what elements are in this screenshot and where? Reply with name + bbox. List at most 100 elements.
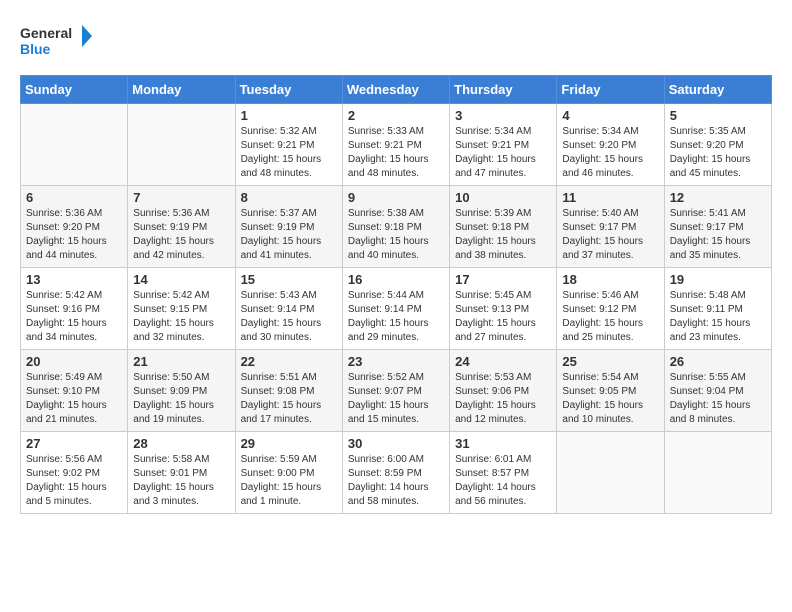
day-number: 12: [670, 190, 766, 205]
day-number: 29: [241, 436, 337, 451]
calendar-cell: 26 Sunrise: 5:55 AM Sunset: 9:04 PM Dayli…: [664, 350, 771, 432]
day-number: 27: [26, 436, 122, 451]
weekday-header: Saturday: [664, 76, 771, 104]
svg-text:Blue: Blue: [20, 41, 51, 57]
day-number: 22: [241, 354, 337, 369]
day-number: 31: [455, 436, 551, 451]
day-info: Sunrise: 5:58 AM Sunset: 9:01 PM Dayligh…: [133, 453, 229, 509]
day-number: 24: [455, 354, 551, 369]
day-number: 20: [26, 354, 122, 369]
day-number: 18: [562, 272, 658, 287]
day-number: 26: [670, 354, 766, 369]
calendar-week-row: 20 Sunrise: 5:49 AM Sunset: 9:10 PM Dayli…: [21, 350, 772, 432]
day-info: Sunrise: 5:59 AM Sunset: 9:00 PM Dayligh…: [241, 453, 337, 509]
calendar-cell: 1 Sunrise: 5:32 AM Sunset: 9:21 PM Daylig…: [235, 104, 342, 186]
calendar-week-row: 6Sunrise: 5:36 AM Sunset: 9:20 PM Daylig…: [21, 186, 772, 268]
day-number: 8: [241, 190, 337, 205]
calendar-header-row: SundayMondayTuesdayWednesdayThursdayFrid…: [21, 76, 772, 104]
calendar-cell: 15Sunrise: 5:43 AM Sunset: 9:14 PM Dayli…: [235, 268, 342, 350]
day-info: Sunrise: 5:49 AM Sunset: 9:10 PM Dayligh…: [26, 371, 122, 427]
calendar-cell: 27Sunrise: 5:56 AM Sunset: 9:02 PM Dayli…: [21, 432, 128, 514]
day-number: 6: [26, 190, 122, 205]
day-info: Sunrise: 5:35 AM Sunset: 9:20 PM Dayligh…: [670, 125, 766, 181]
calendar-cell: 18Sunrise: 5:46 AM Sunset: 9:12 PM Dayli…: [557, 268, 664, 350]
weekday-header: Sunday: [21, 76, 128, 104]
calendar-week-row: 1 Sunrise: 5:32 AM Sunset: 9:21 PM Daylig…: [21, 104, 772, 186]
calendar-cell: 19 Sunrise: 5:48 AM Sunset: 9:11 PM Dayli…: [664, 268, 771, 350]
calendar-cell: 7 Sunrise: 5:36 AM Sunset: 9:19 PM Daylig…: [128, 186, 235, 268]
day-number: 16: [348, 272, 444, 287]
day-number: 7: [133, 190, 229, 205]
day-info: Sunrise: 5:40 AM Sunset: 9:17 PM Dayligh…: [562, 207, 658, 263]
day-number: 2: [348, 108, 444, 123]
calendar-cell: 24Sunrise: 5:53 AM Sunset: 9:06 PM Dayli…: [450, 350, 557, 432]
weekday-header: Thursday: [450, 76, 557, 104]
day-info: Sunrise: 5:45 AM Sunset: 9:13 PM Dayligh…: [455, 289, 551, 345]
day-info: Sunrise: 5:37 AM Sunset: 9:19 PM Dayligh…: [241, 207, 337, 263]
calendar-cell: 22Sunrise: 5:51 AM Sunset: 9:08 PM Dayli…: [235, 350, 342, 432]
calendar-cell: 2Sunrise: 5:33 AM Sunset: 9:21 PM Daylig…: [342, 104, 449, 186]
day-number: 10: [455, 190, 551, 205]
day-number: 13: [26, 272, 122, 287]
weekday-header: Wednesday: [342, 76, 449, 104]
calendar-cell: 5 Sunrise: 5:35 AM Sunset: 9:20 PM Daylig…: [664, 104, 771, 186]
calendar-cell: 16 Sunrise: 5:44 AM Sunset: 9:14 PM Dayli…: [342, 268, 449, 350]
day-number: 23: [348, 354, 444, 369]
calendar-cell: 14 Sunrise: 5:42 AM Sunset: 9:15 PM Dayli…: [128, 268, 235, 350]
calendar-cell: 20 Sunrise: 5:49 AM Sunset: 9:10 PM Dayli…: [21, 350, 128, 432]
logo: General Blue: [20, 20, 100, 65]
day-info: Sunrise: 5:42 AM Sunset: 9:16 PM Dayligh…: [26, 289, 122, 345]
day-info: Sunrise: 5:48 AM Sunset: 9:11 PM Dayligh…: [670, 289, 766, 345]
day-info: Sunrise: 5:52 AM Sunset: 9:07 PM Dayligh…: [348, 371, 444, 427]
calendar-cell: 11 Sunrise: 5:40 AM Sunset: 9:17 PM Dayli…: [557, 186, 664, 268]
weekday-header: Tuesday: [235, 76, 342, 104]
calendar-cell: 17 Sunrise: 5:45 AM Sunset: 9:13 PM Dayli…: [450, 268, 557, 350]
weekday-header: Monday: [128, 76, 235, 104]
day-number: 28: [133, 436, 229, 451]
day-number: 30: [348, 436, 444, 451]
calendar-cell: [21, 104, 128, 186]
calendar-cell: 21 Sunrise: 5:50 AM Sunset: 9:09 PM Dayli…: [128, 350, 235, 432]
day-number: 5: [670, 108, 766, 123]
day-info: Sunrise: 5:34 AM Sunset: 9:21 PM Dayligh…: [455, 125, 551, 181]
day-info: Sunrise: 6:01 AM Sunset: 8:57 PM Dayligh…: [455, 453, 551, 509]
day-number: 19: [670, 272, 766, 287]
calendar-cell: 12Sunrise: 5:41 AM Sunset: 9:17 PM Dayli…: [664, 186, 771, 268]
day-info: Sunrise: 5:34 AM Sunset: 9:20 PM Dayligh…: [562, 125, 658, 181]
day-number: 21: [133, 354, 229, 369]
day-info: Sunrise: 5:38 AM Sunset: 9:18 PM Dayligh…: [348, 207, 444, 263]
calendar-cell: [664, 432, 771, 514]
day-info: Sunrise: 5:43 AM Sunset: 9:14 PM Dayligh…: [241, 289, 337, 345]
day-number: 3: [455, 108, 551, 123]
day-number: 11: [562, 190, 658, 205]
day-info: Sunrise: 6:00 AM Sunset: 8:59 PM Dayligh…: [348, 453, 444, 509]
logo-svg: General Blue: [20, 20, 100, 65]
day-info: Sunrise: 5:55 AM Sunset: 9:04 PM Dayligh…: [670, 371, 766, 427]
svg-text:General: General: [20, 25, 72, 41]
calendar-cell: 4 Sunrise: 5:34 AM Sunset: 9:20 PM Daylig…: [557, 104, 664, 186]
day-number: 25: [562, 354, 658, 369]
day-info: Sunrise: 5:42 AM Sunset: 9:15 PM Dayligh…: [133, 289, 229, 345]
calendar-cell: 13 Sunrise: 5:42 AM Sunset: 9:16 PM Dayli…: [21, 268, 128, 350]
day-info: Sunrise: 5:44 AM Sunset: 9:14 PM Dayligh…: [348, 289, 444, 345]
calendar-cell: 30 Sunrise: 6:00 AM Sunset: 8:59 PM Dayli…: [342, 432, 449, 514]
calendar-week-row: 13 Sunrise: 5:42 AM Sunset: 9:16 PM Dayli…: [21, 268, 772, 350]
calendar-cell: [128, 104, 235, 186]
day-info: Sunrise: 5:32 AM Sunset: 9:21 PM Dayligh…: [241, 125, 337, 181]
day-info: Sunrise: 5:50 AM Sunset: 9:09 PM Dayligh…: [133, 371, 229, 427]
day-number: 9: [348, 190, 444, 205]
day-info: Sunrise: 5:36 AM Sunset: 9:19 PM Dayligh…: [133, 207, 229, 263]
calendar-cell: 3 Sunrise: 5:34 AM Sunset: 9:21 PM Daylig…: [450, 104, 557, 186]
day-info: Sunrise: 5:39 AM Sunset: 9:18 PM Dayligh…: [455, 207, 551, 263]
calendar-cell: 28 Sunrise: 5:58 AM Sunset: 9:01 PM Dayli…: [128, 432, 235, 514]
calendar-cell: 29 Sunrise: 5:59 AM Sunset: 9:00 PM Dayli…: [235, 432, 342, 514]
page-header: General Blue: [20, 20, 772, 65]
day-number: 4: [562, 108, 658, 123]
calendar-cell: 23 Sunrise: 5:52 AM Sunset: 9:07 PM Dayli…: [342, 350, 449, 432]
calendar-cell: 8 Sunrise: 5:37 AM Sunset: 9:19 PM Daylig…: [235, 186, 342, 268]
day-number: 14: [133, 272, 229, 287]
day-number: 17: [455, 272, 551, 287]
calendar-cell: [557, 432, 664, 514]
day-number: 1: [241, 108, 337, 123]
calendar-cell: 6Sunrise: 5:36 AM Sunset: 9:20 PM Daylig…: [21, 186, 128, 268]
